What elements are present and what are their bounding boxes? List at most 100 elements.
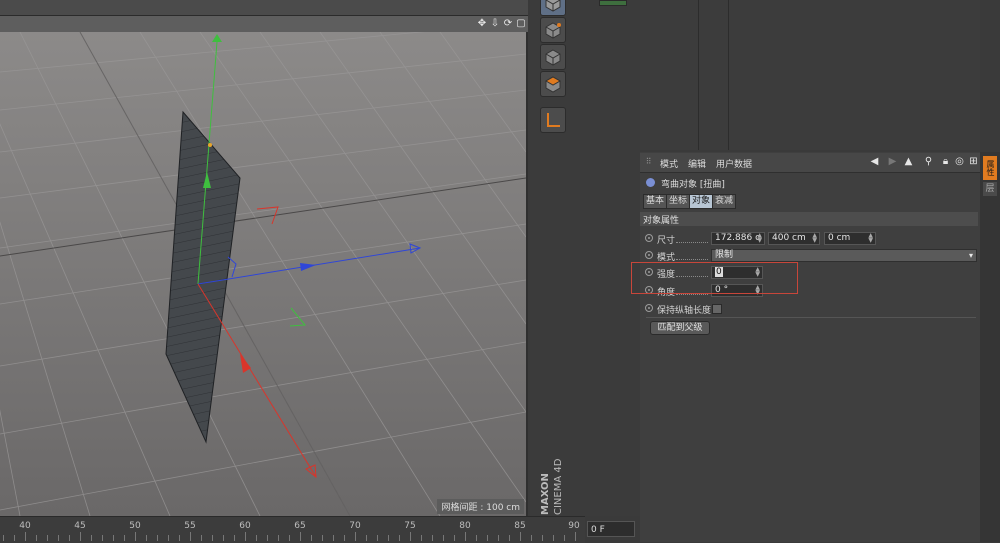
match-parent-button[interactable]: 匹配到父级 xyxy=(650,321,710,335)
timeline-tick xyxy=(146,535,147,541)
timeline-tick xyxy=(421,535,422,541)
timeline-tick xyxy=(333,535,334,541)
edit-mode-button[interactable] xyxy=(540,17,566,43)
timeline-tick xyxy=(454,535,455,541)
timeline-tick xyxy=(80,532,81,541)
timeline-tick xyxy=(25,532,26,541)
timeline-tick xyxy=(575,532,576,541)
timeline-tick xyxy=(399,535,400,541)
timeline-tick xyxy=(344,535,345,541)
timeline-tick xyxy=(179,535,180,541)
size-animate-radio[interactable] xyxy=(645,234,653,242)
mode-dropdown[interactable]: 限制 ▾ xyxy=(711,249,977,262)
lock-icon[interactable]: 🔒︎ xyxy=(939,155,952,168)
timeline-tick xyxy=(212,535,213,541)
timeline-tick xyxy=(47,535,48,541)
new-panel-icon[interactable]: ⊞ xyxy=(967,155,980,168)
cube-points-icon xyxy=(545,49,561,66)
timeline-tick xyxy=(190,532,191,541)
size-y-field[interactable]: 400 cm ▲ ▼ xyxy=(768,232,820,245)
target-icon[interactable]: ◎ xyxy=(953,155,966,168)
timeline-tick xyxy=(36,535,37,541)
tab-object[interactable]: 对象 xyxy=(689,194,714,209)
timeline-tick xyxy=(256,535,257,541)
timeline-tick xyxy=(388,535,389,541)
ground-plane xyxy=(0,32,526,516)
maximize-icon[interactable]: ▢ xyxy=(515,16,527,32)
leader-dots xyxy=(676,241,708,243)
timeline-tick-label: 85 xyxy=(514,521,526,531)
spinner-icon[interactable]: ▲ ▼ xyxy=(868,233,873,244)
back-arrow-icon[interactable]: ◀ xyxy=(868,155,881,168)
spinner-icon[interactable]: ▲ ▼ xyxy=(812,233,817,244)
size-z-field[interactable]: 0 cm ▲ ▼ xyxy=(824,232,876,245)
timeline-tick xyxy=(223,535,224,541)
tab-falloff[interactable]: 衰减 xyxy=(712,194,737,209)
timeline-tick xyxy=(14,535,15,541)
timeline-tick xyxy=(113,535,114,541)
cube-polygons-icon xyxy=(544,76,562,93)
size-z-value: 0 cm xyxy=(828,233,851,243)
move-icon[interactable]: ✥ xyxy=(476,16,488,32)
timeline-tick-label: 40 xyxy=(19,521,31,531)
timeline-tick xyxy=(465,532,466,541)
leader-dots xyxy=(676,258,708,260)
tab-basic[interactable]: 基本 xyxy=(643,194,668,209)
timeline-tick xyxy=(476,535,477,541)
timeline-tick xyxy=(355,532,356,541)
side-tab-attributes[interactable]: 属性 xyxy=(983,156,997,180)
viewport-header xyxy=(0,16,528,32)
timeline-tick-label: 50 xyxy=(129,521,141,531)
cube-icon xyxy=(545,0,561,12)
current-frame-field[interactable]: 0 F xyxy=(587,521,635,537)
timeline-tick-label: 75 xyxy=(404,521,416,531)
keep-length-animate-radio[interactable] xyxy=(645,304,653,312)
rotate-icon[interactable]: ⟳ xyxy=(502,16,514,32)
menu-user-data[interactable]: 用户数据 xyxy=(716,157,752,170)
menu-mode[interactable]: 模式 xyxy=(660,157,678,170)
timeline-tick xyxy=(157,535,158,541)
timeline-ruler[interactable]: 40 45 50 55 60 65 70 75 80 85 90 xyxy=(0,516,585,543)
axis-icon xyxy=(547,113,560,127)
timeline-tick xyxy=(278,535,279,541)
timeline-tick xyxy=(443,535,444,541)
column-divider xyxy=(698,0,699,150)
timeline-tick xyxy=(322,535,323,541)
column-divider xyxy=(728,0,729,150)
size-label: 尺寸 xyxy=(657,236,676,246)
menu-edit[interactable]: 编辑 xyxy=(688,157,706,170)
3d-viewport[interactable]: 网格间距 : 100 cm xyxy=(0,32,528,516)
points-mode-button[interactable] xyxy=(540,44,566,70)
timeline-tick-label: 80 xyxy=(459,521,471,531)
timeline-tick xyxy=(289,535,290,541)
grip-icon: ⠿ xyxy=(645,157,652,166)
timeline-tick-label: 55 xyxy=(184,521,196,531)
logo-brand: MAXON xyxy=(540,473,551,515)
side-tab-layers[interactable]: 层 xyxy=(983,182,997,196)
object-manager[interactable] xyxy=(640,0,980,150)
timeline-tick xyxy=(311,535,312,541)
axis-mode-button[interactable] xyxy=(540,107,566,133)
timeline-tick xyxy=(377,535,378,541)
logo-product: CINEMA 4D xyxy=(553,458,564,515)
timeline-tick xyxy=(3,535,4,541)
polygons-mode-button[interactable] xyxy=(540,71,566,97)
up-arrow-icon[interactable]: ▲ xyxy=(902,155,915,168)
timeline-tick xyxy=(69,535,70,541)
search-icon[interactable]: ⚲ xyxy=(922,155,935,168)
tab-coord[interactable]: 坐标 xyxy=(666,194,691,209)
size-y-value: 400 cm xyxy=(772,233,806,243)
mode-animate-radio[interactable] xyxy=(645,251,653,259)
bend-object-icon xyxy=(646,178,655,187)
panel-tab[interactable] xyxy=(599,0,627,6)
timeline-tick xyxy=(553,535,554,541)
keep-length-checkbox[interactable] xyxy=(712,304,722,314)
model-mode-button[interactable] xyxy=(540,0,566,16)
attribute-manager xyxy=(640,152,980,542)
forward-arrow-icon[interactable]: ▶ xyxy=(886,155,899,168)
size-x-field[interactable]: 172.886 c ▲ ▼ xyxy=(711,232,765,245)
arrow-down-icon[interactable]: ⇩ xyxy=(489,16,501,32)
timeline-tick xyxy=(520,532,521,541)
spinner-icon[interactable]: ▲ ▼ xyxy=(757,233,762,244)
timeline-tick xyxy=(245,532,246,541)
